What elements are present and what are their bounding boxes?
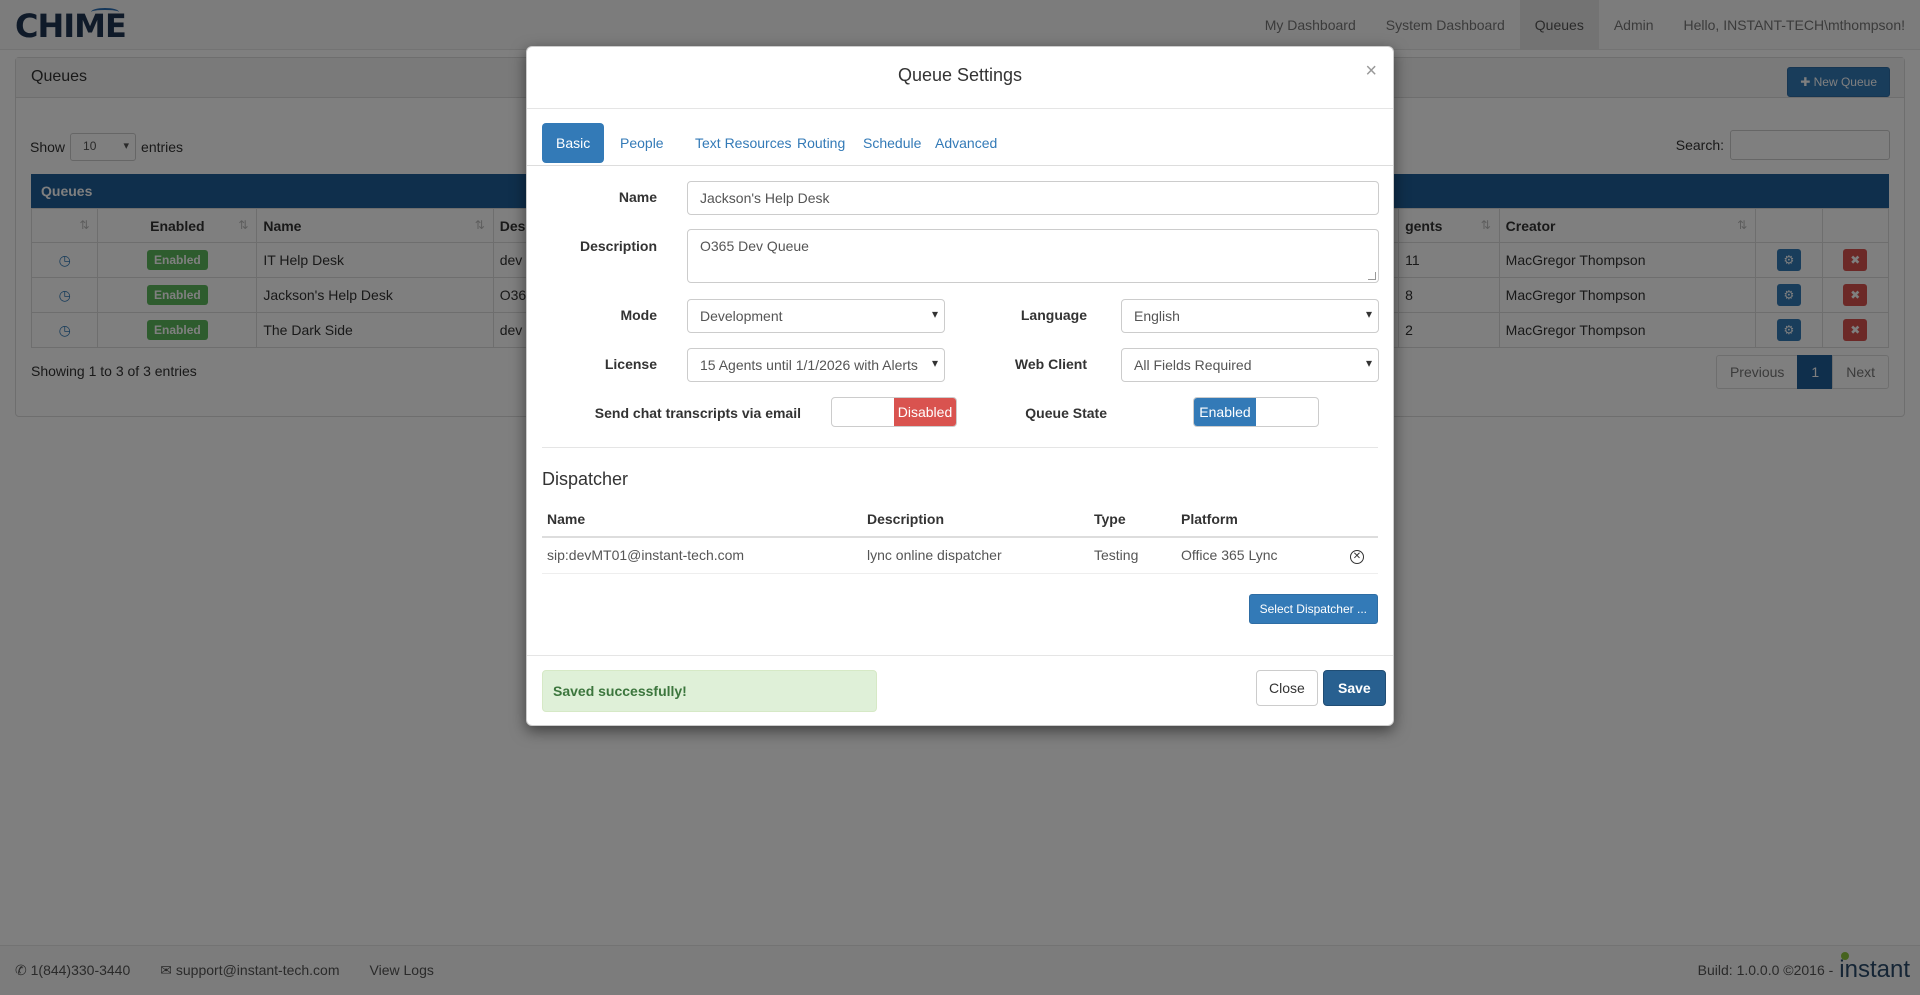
- dispatcher-col-name: Name: [542, 501, 862, 538]
- tab-routing[interactable]: Routing: [783, 123, 859, 163]
- tab-divider: [527, 165, 1393, 166]
- remove-circle-icon[interactable]: ✕: [1350, 550, 1364, 565]
- success-alert: Saved successfully!: [542, 670, 877, 712]
- license-label: License: [604, 356, 657, 372]
- save-button[interactable]: Save: [1323, 670, 1386, 706]
- dispatcher-title: Dispatcher: [542, 469, 629, 489]
- dispatcher-name: sip:devMT01@instant-tech.com: [542, 537, 862, 574]
- section-divider: [542, 447, 1378, 448]
- queue-settings-modal: Queue Settings × Basic People Text Resou…: [526, 46, 1394, 726]
- close-button[interactable]: Close: [1256, 670, 1318, 706]
- close-icon[interactable]: ×: [1365, 61, 1377, 81]
- select-dispatcher-button[interactable]: Select Dispatcher ...: [1248, 594, 1378, 624]
- description-label: Description: [579, 238, 657, 254]
- dispatcher-table: Name Description Type Platform sip:devMT…: [542, 501, 1378, 574]
- language-select[interactable]: English: [1121, 299, 1379, 333]
- tab-people[interactable]: People: [606, 123, 678, 163]
- queue-state: Enabled: [1194, 398, 1256, 426]
- name-input[interactable]: Jackson's Help Desk: [687, 181, 1379, 215]
- dispatcher-row: sip:devMT01@instant-tech.com lync online…: [542, 537, 1378, 574]
- description-textarea[interactable]: O365 Dev Queue: [687, 229, 1379, 283]
- dispatcher-col-description: Description: [862, 501, 1089, 538]
- queue-state-toggle[interactable]: Enabled: [1193, 397, 1319, 427]
- transcripts-state: Disabled: [894, 398, 956, 426]
- web-client-select[interactable]: All Fields Required: [1121, 348, 1379, 382]
- tab-basic[interactable]: Basic: [542, 123, 605, 163]
- dispatcher-type: Testing: [1089, 537, 1176, 574]
- name-label: Name: [618, 189, 657, 205]
- modal-header: Queue Settings ×: [527, 47, 1393, 109]
- language-label: Language: [1020, 307, 1087, 323]
- dispatcher-platform: Office 365 Lync: [1176, 537, 1336, 574]
- dispatcher-description: lync online dispatcher: [862, 537, 1089, 574]
- modal-footer-divider: [527, 655, 1393, 656]
- dispatcher-col-actions: [1336, 501, 1378, 538]
- transcripts-toggle[interactable]: Disabled: [831, 397, 957, 427]
- tab-advanced[interactable]: Advanced: [921, 123, 1011, 163]
- mode-label: Mode: [620, 307, 657, 323]
- transcripts-label: Send chat transcripts via email: [594, 405, 801, 421]
- dispatcher-col-type: Type: [1089, 501, 1176, 538]
- dispatcher-col-platform: Platform: [1176, 501, 1336, 538]
- settings-tabs: Basic People Text Resources Routing Sche…: [542, 109, 1378, 165]
- license-select[interactable]: 15 Agents until 1/1/2026 with Alerts: [687, 348, 945, 382]
- modal-title: Queue Settings: [897, 65, 1023, 85]
- web-client-label: Web Client: [1014, 356, 1087, 372]
- mode-select[interactable]: Development: [687, 299, 945, 333]
- resize-grip-icon[interactable]: [1368, 272, 1376, 280]
- queue-state-label: Queue State: [1025, 405, 1107, 421]
